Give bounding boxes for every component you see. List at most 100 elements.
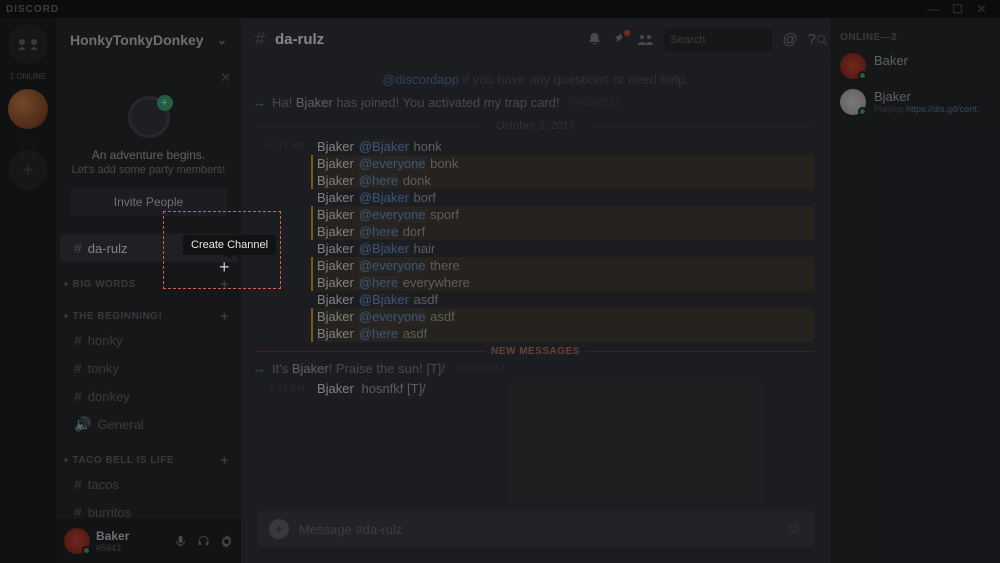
mention[interactable]: @here	[358, 173, 399, 188]
activity-link[interactable]: https://dis.gd/cont.	[906, 104, 979, 114]
app-body: 1 ONLINE + HonkyTonkyDonkey ⌄ ✕ + An adv…	[0, 18, 1000, 563]
mention[interactable]: @here	[358, 326, 399, 341]
mention[interactable]: @Bjaker	[358, 139, 410, 154]
message-author[interactable]: Bjaker	[317, 224, 354, 239]
welcome-hint: @discordapp if you have any questions or…	[257, 72, 814, 87]
emoji-picker-icon[interactable]: ☺	[786, 520, 802, 538]
invite-people-button[interactable]: Invite People	[70, 188, 227, 216]
mentions-icon[interactable]: @	[782, 31, 797, 48]
member-name: Baker	[874, 53, 908, 68]
category-label: BIG WORDS	[73, 279, 136, 290]
window-minimize[interactable]: —	[922, 2, 946, 16]
attach-icon[interactable]: +	[269, 519, 289, 539]
message-text: dorf	[399, 224, 425, 239]
message-author[interactable]: Bjaker	[317, 156, 354, 171]
mention[interactable]: @here	[358, 224, 399, 239]
channel-label: da-rulz	[88, 241, 128, 256]
message-line: Bjaker hosnfkf [T]/	[317, 380, 814, 397]
server-icon-honkytonkydonkey[interactable]	[8, 89, 48, 129]
category-the-beginning[interactable]: ▾ THE BEGINNING! +	[56, 294, 241, 326]
close-icon[interactable]: ✕	[220, 70, 231, 86]
channel-honky[interactable]: # honky	[60, 326, 237, 354]
create-channel-icon[interactable]: +	[220, 308, 229, 324]
message-text: everywhere	[399, 275, 470, 290]
window-maximize[interactable]: ☐	[946, 2, 970, 16]
mention[interactable]: @everyone	[358, 207, 427, 222]
members-header: ONLINE—2	[840, 32, 990, 43]
mention[interactable]: @here	[358, 275, 399, 290]
hash-icon: #	[74, 360, 82, 376]
category-taco-bell[interactable]: ▾ TACO BELL IS LIFE +	[56, 438, 241, 470]
message-author[interactable]: Bjaker	[317, 292, 354, 307]
message-author[interactable]: Bjaker	[317, 381, 354, 396]
channel-donkey[interactable]: # donkey	[60, 382, 237, 410]
channel-tacos[interactable]: # tacos	[60, 470, 237, 498]
message-line: Bjaker @here dorf	[317, 223, 814, 240]
window-titlebar: DISCORD — ☐ ✕	[0, 0, 1000, 18]
speaker-icon: 🔊	[74, 416, 91, 433]
server-menu-button[interactable]: HonkyTonkyDonkey ⌄	[56, 18, 241, 62]
mute-mic-icon[interactable]	[174, 535, 187, 548]
message-scroll[interactable]: @discordapp if you have any questions or…	[241, 62, 830, 511]
notifications-icon[interactable]	[587, 32, 602, 47]
username-mention[interactable]: Bjaker	[292, 361, 329, 376]
chevron-down-icon: ▾	[64, 280, 69, 289]
member-list-icon[interactable]	[637, 33, 654, 47]
member-item[interactable]: Bjaker Playing https://dis.gd/cont.	[840, 89, 990, 115]
self-avatar[interactable]	[64, 528, 90, 554]
create-channel-icon[interactable]: +	[220, 452, 229, 468]
message-author[interactable]: Bjaker	[317, 275, 354, 290]
add-server-button[interactable]: +	[8, 150, 48, 190]
category-big-words[interactable]: ▾ BIG WORDS +	[56, 262, 241, 294]
message-line: Bjaker @Bjaker asdf	[317, 291, 814, 308]
mention[interactable]: @Bjaker	[358, 241, 410, 256]
status-online-icon	[82, 546, 91, 555]
channel-burritos[interactable]: # burritos	[60, 498, 237, 519]
self-username: Baker	[96, 529, 129, 543]
channel-label: burritos	[88, 505, 131, 520]
timestamp: 09/16/2017	[570, 97, 620, 108]
message-author[interactable]: Bjaker	[317, 326, 354, 341]
deafen-icon[interactable]	[197, 535, 210, 548]
home-button[interactable]	[8, 24, 48, 64]
mention[interactable]: @everyone	[358, 156, 427, 171]
mention[interactable]: @everyone	[358, 309, 427, 324]
message-input[interactable]	[299, 522, 776, 537]
message-line: Bjaker@everyone sporf	[317, 206, 814, 223]
voice-channel-general[interactable]: 🔊 General	[60, 410, 237, 438]
pinned-icon[interactable]	[612, 32, 627, 47]
help-icon[interactable]: ?	[808, 31, 816, 48]
search-box[interactable]	[664, 29, 772, 51]
message-author[interactable]: Bjaker	[317, 207, 354, 222]
mention[interactable]: @Bjaker	[358, 292, 410, 307]
online-count-label: 1 ONLINE	[10, 72, 46, 81]
message-author[interactable]: Bjaker	[317, 241, 354, 256]
channel-tonky[interactable]: # tonky	[60, 354, 237, 382]
message-group: 10:17 AM Bjaker@Bjaker honkBjaker@everyo…	[257, 138, 814, 342]
message-author[interactable]: Bjaker	[317, 309, 354, 324]
message-author[interactable]: Bjaker	[317, 173, 354, 188]
create-channel-button[interactable]: +	[219, 257, 230, 278]
self-user-block[interactable]: Baker #5943	[96, 529, 129, 553]
server-name: HonkyTonkyDonkey	[70, 32, 204, 48]
message-author[interactable]: Bjaker	[317, 139, 354, 154]
username-mention[interactable]: Bjaker	[296, 95, 333, 110]
member-item[interactable]: Baker	[840, 53, 990, 79]
onboarding-subtitle: Let's add some party members!	[70, 164, 227, 176]
message-author[interactable]: Bjaker	[317, 190, 354, 205]
user-settings-icon[interactable]	[220, 535, 233, 548]
window-close[interactable]: ✕	[970, 2, 994, 16]
message-group: 2:41 PM Bjaker hosnfkf [T]/	[257, 380, 814, 397]
message-text: hosnfkf [T]/	[361, 381, 425, 396]
message-text: asdf	[410, 292, 438, 307]
discordapp-link[interactable]: @discordapp	[382, 72, 459, 87]
message-author[interactable]: Bjaker	[317, 258, 354, 273]
message-composer[interactable]: + ☺	[257, 511, 814, 547]
members-panel: ONLINE—2 Baker Bjaker Playing https://di…	[830, 18, 1000, 563]
guild-strip: 1 ONLINE +	[0, 18, 56, 563]
mention[interactable]: @Bjaker	[358, 190, 410, 205]
timestamp: 2:41 PM	[257, 380, 305, 397]
mention[interactable]: @everyone	[358, 258, 427, 273]
chevron-down-icon: ▾	[64, 456, 69, 465]
guild-separator	[15, 141, 41, 142]
